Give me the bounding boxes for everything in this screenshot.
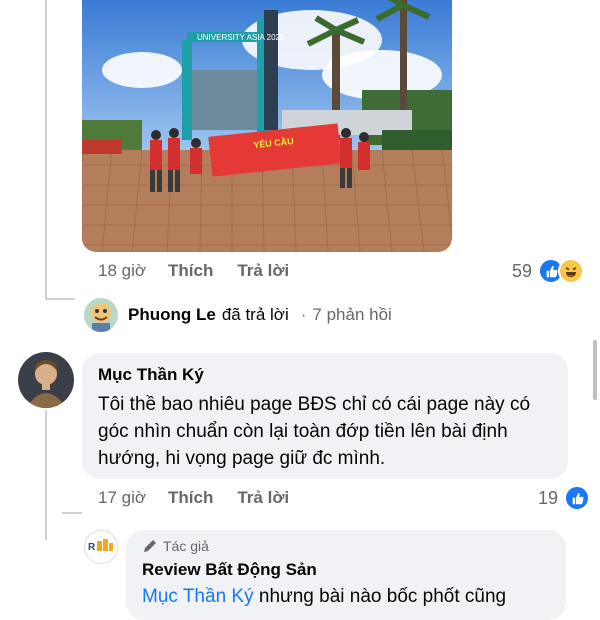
like-button[interactable]: Thích	[168, 261, 213, 281]
svg-text:R: R	[88, 542, 96, 553]
comment-time[interactable]: 17 giờ	[98, 488, 146, 508]
page-avatar[interactable]: R	[84, 530, 118, 564]
comment-photo[interactable]: UNIVERSITY ASIA 2025 YÊU CẦU	[82, 0, 452, 252]
thread-line-reply	[62, 512, 82, 514]
reaction-summary-2[interactable]: 19	[538, 485, 591, 511]
reply-button[interactable]: Trả lời	[237, 488, 289, 508]
mention-link[interactable]: Mục Thần Ký	[142, 586, 254, 607]
thread-line-main	[45, 0, 47, 300]
avatar[interactable]	[18, 352, 74, 408]
reaction-count: 19	[538, 487, 559, 508]
haha-icon	[558, 258, 585, 284]
pencil-icon	[144, 540, 156, 552]
reply-button[interactable]: Trả lời	[237, 261, 289, 281]
reply-author[interactable]: Review Bất Động Sản	[142, 560, 550, 580]
comment-text: Tôi thề bao nhiêu page BĐS chỉ có cái pa…	[98, 394, 531, 469]
reply-count[interactable]: 7 phản hồi	[312, 305, 391, 325]
author-badge-label: Tác giả	[163, 538, 209, 554]
comment-actions-2: 17 giờ Thích Trả lời	[98, 488, 313, 508]
avatar[interactable]	[84, 298, 118, 332]
gate-sign: UNIVERSITY ASIA 2025	[197, 33, 285, 42]
thread-line-curve	[45, 298, 75, 300]
street-protest-photo: UNIVERSITY ASIA 2025 YÊU CẦU	[82, 0, 452, 252]
reply-text-body: nhưng bài nào bốc phốt cũng	[253, 586, 507, 607]
separator-dot: ·	[300, 305, 307, 324]
reaction-summary-1[interactable]: 59	[512, 258, 585, 284]
replier-name[interactable]: Phuong Le	[128, 305, 216, 325]
reply-text: Mục Thần Ký nhưng bài nào bốc phốt cũng	[142, 586, 550, 608]
comment-time[interactable]: 18 giờ	[98, 261, 146, 281]
comment-bubble: Mục Thần Ký Tôi thề bao nhiêu page BĐS c…	[82, 353, 568, 479]
like-icon	[564, 485, 591, 511]
reaction-count: 59	[512, 260, 533, 281]
author-badge: Tác giả	[142, 538, 550, 554]
comment-actions-1: 18 giờ Thích Trả lời	[98, 261, 313, 281]
reply-action: đã trả lời	[221, 305, 289, 324]
scrollbar[interactable]	[593, 340, 597, 400]
replies-summary[interactable]: Phuong Le đã trả lời · 7 phản hồi	[84, 298, 392, 332]
thread-line-comment	[45, 410, 47, 540]
reply-bubble: Tác giả Review Bất Động Sản Mục Thần Ký …	[126, 530, 566, 620]
comment-author[interactable]: Mục Thần Ký	[98, 365, 552, 385]
like-button[interactable]: Thích	[168, 488, 213, 508]
